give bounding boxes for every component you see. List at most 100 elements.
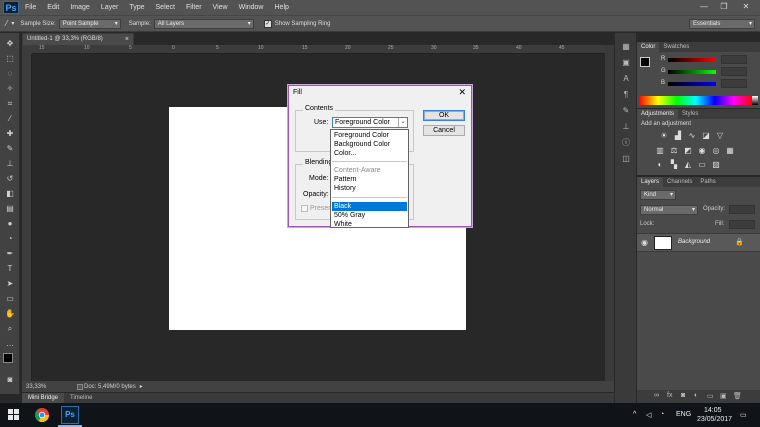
pen-tool-icon[interactable]: ✒: [3, 247, 17, 260]
menu-edit[interactable]: Edit: [47, 4, 59, 11]
document-tab[interactable]: Untitled-1 @ 33,3% (RGB/8) ×: [22, 33, 134, 45]
notifications-icon[interactable]: ▭: [740, 411, 747, 419]
blue-value-input[interactable]: [721, 79, 747, 88]
tab-channels[interactable]: Channels: [663, 177, 696, 187]
layer-filter-kind-select[interactable]: Kind: [640, 190, 676, 200]
layer-mask-icon[interactable]: ◙: [681, 392, 685, 399]
use-select[interactable]: Foreground Color ⌄: [332, 117, 408, 128]
menu-layer[interactable]: Layer: [101, 4, 119, 11]
blur-tool-icon[interactable]: ●: [3, 217, 17, 230]
type-tool-icon[interactable]: T: [3, 262, 17, 275]
green-value-input[interactable]: [721, 67, 747, 76]
gradient-tool-icon[interactable]: ▤: [3, 202, 17, 215]
brush-panel-icon[interactable]: ✎: [620, 105, 632, 116]
menu-window[interactable]: Window: [239, 4, 264, 11]
photo-filter-icon[interactable]: ◉: [697, 146, 707, 155]
paragraph-panel-icon[interactable]: ¶: [620, 89, 632, 100]
color-balance-icon[interactable]: ⚖: [669, 146, 679, 155]
red-value-input[interactable]: [721, 55, 747, 64]
option-history[interactable]: History: [332, 184, 407, 193]
option-background-color[interactable]: Background Color: [332, 140, 407, 149]
path-selection-tool-icon[interactable]: ➤: [3, 277, 17, 290]
clone-source-icon[interactable]: ⊥: [620, 121, 632, 132]
preserve-transparency-checkbox[interactable]: [301, 205, 308, 212]
levels-icon[interactable]: ▟: [673, 131, 683, 140]
adjustment-layer-icon[interactable]: ◐: [694, 392, 698, 399]
blend-mode-select[interactable]: Normal: [640, 205, 698, 215]
crop-tool-icon[interactable]: ⌗: [3, 97, 17, 110]
blue-slider[interactable]: [668, 82, 716, 86]
navigator-panel-icon[interactable]: ◫: [620, 153, 632, 164]
option-color[interactable]: Color...: [332, 149, 407, 158]
color-spectrum-bar[interactable]: [639, 96, 752, 105]
close-tab-icon[interactable]: ×: [125, 34, 129, 45]
tab-layers[interactable]: Layers: [637, 177, 664, 187]
vertical-scrollbar[interactable]: [605, 45, 614, 381]
tray-chevron-up-icon[interactable]: ^: [633, 411, 636, 418]
minimize-icon[interactable]: —: [698, 2, 710, 12]
lasso-tool-icon[interactable]: ◌: [3, 67, 17, 80]
menu-view[interactable]: View: [213, 4, 228, 11]
hue-saturation-icon[interactable]: ▥: [655, 146, 665, 155]
visibility-eye-icon[interactable]: ◉: [641, 238, 648, 247]
layer-name[interactable]: Background: [678, 239, 710, 245]
hand-tool-icon[interactable]: ✋: [3, 307, 17, 320]
option-foreground-color[interactable]: Foreground Color: [332, 131, 407, 140]
quick-mask-icon[interactable]: ◙: [3, 373, 17, 386]
delete-layer-icon[interactable]: 🗑: [733, 392, 742, 400]
photoshop-taskbar-icon[interactable]: Ps: [61, 406, 79, 424]
option-pattern[interactable]: Pattern: [332, 175, 407, 184]
tab-paths[interactable]: Paths: [696, 177, 719, 187]
sample-select[interactable]: All Layers: [153, 18, 254, 29]
black-white-icon[interactable]: ◩: [683, 146, 693, 155]
green-slider[interactable]: [668, 70, 716, 74]
dodge-tool-icon[interactable]: ◔: [3, 232, 17, 245]
layers-opacity-input[interactable]: [729, 205, 755, 214]
exposure-icon[interactable]: ◪: [701, 131, 711, 140]
workspace-select[interactable]: Essentials: [689, 19, 755, 29]
language-indicator[interactable]: ENG: [676, 411, 691, 418]
network-icon[interactable]: ◔: [660, 411, 664, 418]
option-black[interactable]: Black: [332, 202, 407, 211]
tool-preset-chevron-icon[interactable]: ▾: [11, 20, 14, 27]
zoom-tool-icon[interactable]: ⌕: [3, 322, 17, 335]
windows-start-icon[interactable]: [8, 409, 20, 421]
speaker-icon[interactable]: ◁: [646, 411, 651, 419]
sample-size-select[interactable]: Point Sample: [58, 18, 121, 29]
info-panel-icon[interactable]: ⓘ: [620, 137, 632, 148]
history-panel-icon[interactable]: ▦: [620, 41, 632, 52]
zoom-level[interactable]: 33,33%: [26, 384, 56, 390]
magic-wand-tool-icon[interactable]: ✧: [3, 82, 17, 95]
history-brush-tool-icon[interactable]: ↺: [3, 172, 17, 185]
option-white[interactable]: White: [332, 220, 407, 229]
clock-date[interactable]: 23/05/2017: [697, 416, 732, 423]
layer-style-icon[interactable]: fx: [667, 392, 672, 399]
tab-mini-bridge[interactable]: Mini Bridge: [22, 393, 65, 403]
clock-time[interactable]: 14:05: [704, 407, 722, 414]
show-sampling-ring-checkbox[interactable]: ✓: [263, 19, 272, 28]
eyedropper-tool-icon[interactable]: ⁄: [3, 112, 17, 125]
eyedropper-icon[interactable]: ⁄: [6, 19, 7, 28]
properties-panel-icon[interactable]: ▣: [620, 57, 632, 68]
red-slider[interactable]: [668, 58, 716, 62]
maximize-icon[interactable]: ❐: [718, 2, 730, 12]
dialog-close-icon[interactable]: ✕: [458, 87, 466, 98]
threshold-icon[interactable]: ◭: [683, 160, 693, 169]
layers-fill-input[interactable]: [729, 220, 755, 229]
channel-mixer-icon[interactable]: ◎: [711, 146, 721, 155]
shape-tool-icon[interactable]: ▭: [3, 292, 17, 305]
grayscale-ramp[interactable]: [752, 96, 758, 105]
clone-stamp-tool-icon[interactable]: ⊥: [3, 157, 17, 170]
menu-type[interactable]: Type: [129, 4, 144, 11]
menu-image[interactable]: Image: [70, 4, 89, 11]
option-50-gray[interactable]: 50% Gray: [332, 211, 407, 220]
new-layer-icon[interactable]: ▣: [720, 392, 727, 400]
cancel-button[interactable]: Cancel: [423, 125, 465, 136]
menu-select[interactable]: Select: [156, 4, 175, 11]
tab-adjustments[interactable]: Adjustments: [637, 109, 679, 119]
vibrance-icon[interactable]: ▽: [715, 131, 725, 140]
menu-help[interactable]: Help: [275, 4, 289, 11]
menu-filter[interactable]: Filter: [186, 4, 202, 11]
gradient-map-icon[interactable]: ▭: [697, 160, 707, 169]
curves-icon[interactable]: ∿: [687, 131, 697, 140]
